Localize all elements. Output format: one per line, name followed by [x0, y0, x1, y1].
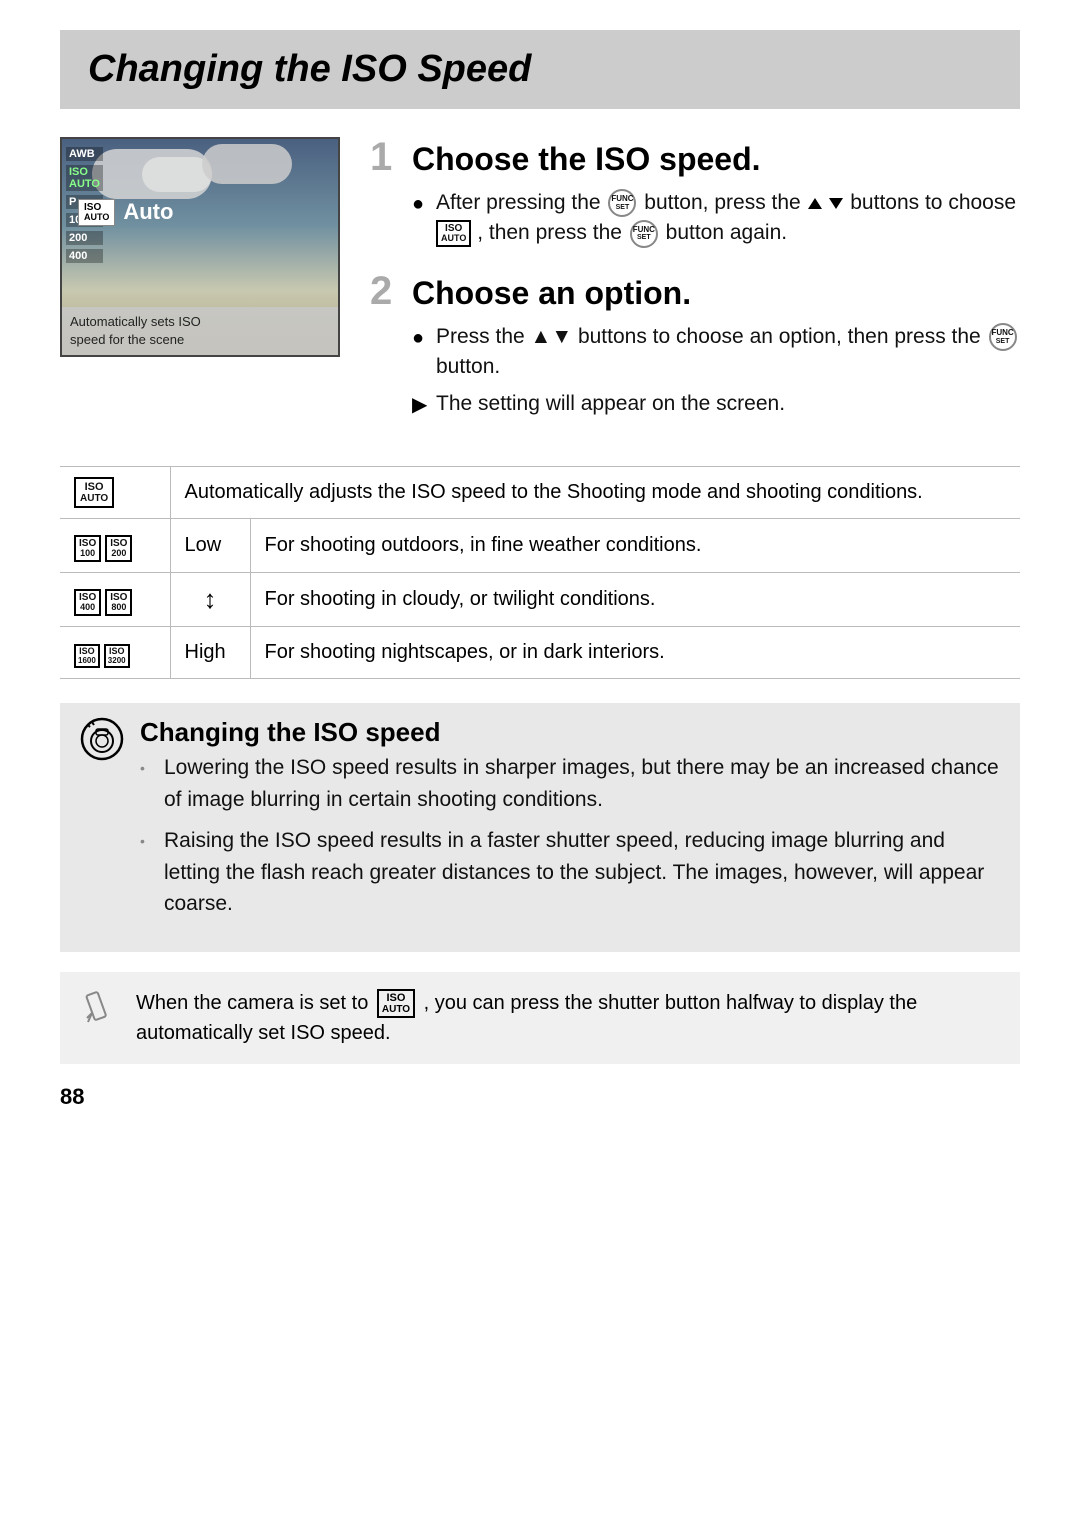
note-text: When the camera is set to ISO AUTO , you…	[136, 988, 1000, 1048]
table-icon-cell-100-200: ISO 100 ISO 200	[60, 518, 170, 572]
tip-content: Changing the ISO speed Lowering the ISO …	[140, 717, 1000, 938]
func-set-icon-3: FUNC SET	[989, 323, 1017, 351]
func-set-icon-2: FUNC SET	[630, 220, 658, 248]
step-2-header: 2 Choose an option.	[370, 271, 1020, 312]
step-1-number: 1	[370, 137, 400, 177]
camera-tip-icon	[80, 717, 124, 761]
table-desc-cell-low: For shooting outdoors, in fine weather c…	[250, 518, 1020, 572]
cam-label-200: 200	[66, 231, 103, 245]
iso-auto-note-badge: ISO AUTO	[377, 989, 415, 1018]
step-2: 2 Choose an option. ● Press the ▲▼ butto…	[370, 271, 1020, 420]
camera-screen: AWB ISOAUTO P 100 200 400 ISO AUTO Auto …	[60, 137, 340, 357]
pencil-icon	[80, 988, 118, 1026]
tip-icon	[80, 717, 124, 770]
step-2-body: ● Press the ▲▼ buttons to choose an opti…	[370, 322, 1020, 420]
step-1: 1 Choose the ISO speed. ● After pressing…	[370, 137, 1020, 249]
page-title: Changing the ISO Speed	[88, 48, 992, 91]
steps-section: 1 Choose the ISO speed. ● After pressing…	[370, 137, 1020, 442]
tip-box: Changing the ISO speed Lowering the ISO …	[60, 703, 1020, 952]
table-desc-cell-high: For shooting nightscapes, or in dark int…	[250, 626, 1020, 679]
iso-auto-badge: ISO AUTO	[436, 220, 471, 247]
step-1-bullet-1: ● After pressing the FUNC SET button, pr…	[412, 188, 1020, 249]
table-label-cell-mid: ↕	[170, 572, 250, 626]
iso-auto-icon: ISO AUTO	[78, 199, 115, 226]
table-row: ISO 1600 ISO 3200 High For shooting nigh…	[60, 626, 1020, 679]
iso-speed-table: ISO AUTO Automatically adjusts the ISO s…	[60, 466, 1020, 680]
table-label-cell-high: High	[170, 626, 250, 679]
triangle-down-icon	[829, 198, 843, 209]
table-desc-cell-mid: For shooting in cloudy, or twilight cond…	[250, 572, 1020, 626]
step-2-bullet-2: ▶ The setting will appear on the screen.	[412, 389, 1020, 420]
note-icon	[80, 988, 120, 1034]
table-label-cell-low: Low	[170, 518, 250, 572]
cam-label-iso: ISOAUTO	[66, 165, 103, 191]
tip-bullets: Lowering the ISO speed results in sharpe…	[140, 752, 1000, 920]
step-2-title: Choose an option.	[412, 275, 691, 312]
table-icon-cell-400-800: ISO 400 ISO 800	[60, 572, 170, 626]
iso-auto-display: ISO AUTO Auto	[78, 199, 173, 226]
func-set-icon-1: FUNC SET	[608, 189, 636, 217]
cam-label-400: 400	[66, 249, 103, 263]
auto-text: Auto	[123, 199, 173, 225]
step-1-header: 1 Choose the ISO speed.	[370, 137, 1020, 178]
table-desc-cell-auto: Automatically adjusts the ISO speed to t…	[170, 466, 1020, 518]
step-1-title: Choose the ISO speed.	[412, 141, 761, 178]
cam-label-awb: AWB	[66, 147, 103, 161]
step-2-number: 2	[370, 271, 400, 311]
table-row: ISO 400 ISO 800 ↕ For shooting in cloudy…	[60, 572, 1020, 626]
top-section: AWB ISOAUTO P 100 200 400 ISO AUTO Auto …	[60, 137, 1020, 442]
camera-description: Automatically sets ISO speed for the sce…	[62, 307, 338, 355]
tip-bullet-1: Lowering the ISO speed results in sharpe…	[140, 752, 1000, 815]
tip-title: Changing the ISO speed	[140, 717, 1000, 748]
table-icon-cell-1600-3200: ISO 1600 ISO 3200	[60, 626, 170, 679]
step-2-bullet-1: ● Press the ▲▼ buttons to choose an opti…	[412, 322, 1020, 383]
tip-bullet-2: Raising the ISO speed results in a faste…	[140, 825, 1000, 920]
table-icon-cell-auto: ISO AUTO	[60, 466, 170, 518]
title-bar: Changing the ISO Speed	[60, 30, 1020, 109]
table-row: ISO 100 ISO 200 Low For shooting outdoor…	[60, 518, 1020, 572]
step-1-body: ● After pressing the FUNC SET button, pr…	[370, 188, 1020, 249]
triangle-up-icon	[808, 198, 822, 209]
table-row: ISO AUTO Automatically adjusts the ISO s…	[60, 466, 1020, 518]
page-number: 88	[60, 1084, 1020, 1110]
note-box: When the camera is set to ISO AUTO , you…	[60, 972, 1020, 1064]
